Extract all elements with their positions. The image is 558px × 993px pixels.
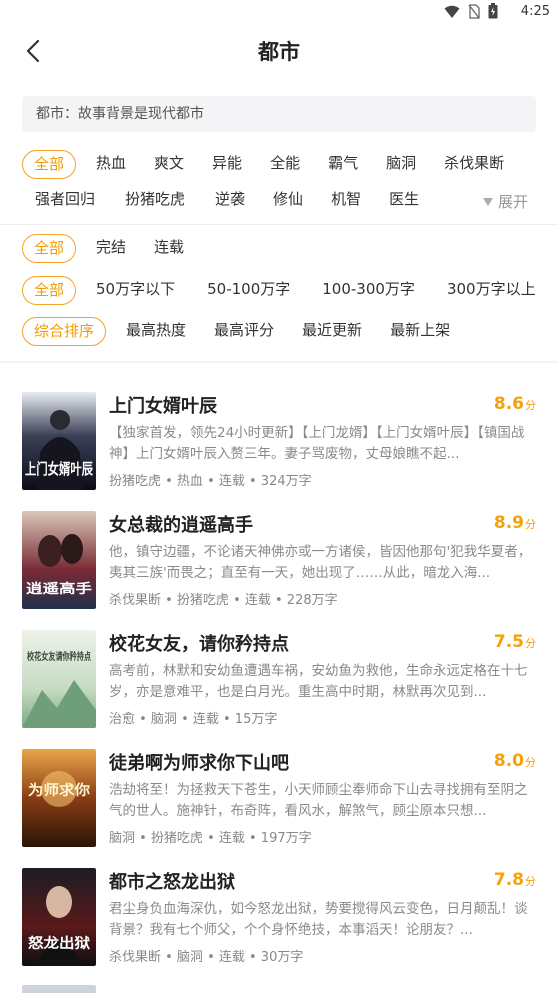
status-filter-all[interactable]: 全部 <box>22 234 77 263</box>
wifi-icon <box>444 4 460 23</box>
book-description: 【独家首发，领先24小时更新】【上门龙婿】【上门女婿叶辰】【镇国战神】上门女婿叶… <box>109 425 525 462</box>
book-title: 上门女婿叶辰 <box>109 396 217 417</box>
top-bar: 都市 <box>0 28 558 76</box>
book-cover: 逍遥高手 <box>22 511 96 609</box>
genre-tag[interactable]: 全能 <box>270 150 300 179</box>
status-filter-row: 全部 完结 连载 <box>22 234 206 263</box>
book-meta: 扮猪吃虎 • 热血 • 连载 • 324万字 <box>109 474 312 489</box>
genre-tag[interactable]: 霸气 <box>328 150 358 179</box>
book-item[interactable]: 逍遥高手 女总裁的逍遥高手 8.9分 他，镇守边疆，不论诸天神佛亦或一方诸侯，皆… <box>22 511 536 611</box>
book-item[interactable]: 校花女友请你矜持点 校花女友，请你矜持点 7.5分 高考前，林默和安幼鱼遭遇车祸… <box>22 630 536 730</box>
book-meta: 脑洞 • 扮猪吃虎 • 连载 • 197万字 <box>109 831 312 846</box>
genre-tag[interactable]: 杀伐果断 <box>444 150 504 179</box>
battery-icon <box>488 3 498 23</box>
book-item[interactable]: 为师求你 徒弟啊为师求你下山吧 8.0分 浩劫将至！为拯救天下苍生，小天师顾尘奉… <box>22 749 536 849</box>
length-filter-row: 全部 50万字以下 50-100万字 100-300万字 300万字以上 <box>22 276 536 305</box>
divider <box>0 224 558 225</box>
sort-filter[interactable]: 最近更新 <box>302 317 362 346</box>
book-description: 浩劫将至！为拯救天下苍生，小天师顾尘奉师命下山去寻找拥有至阴之气的世人。施神针，… <box>109 782 528 819</box>
status-filter[interactable]: 连载 <box>154 234 184 263</box>
genre-tag[interactable]: 爽文 <box>154 150 184 179</box>
book-score: 8.6分 <box>493 394 536 414</box>
status-time: 4:25 <box>520 4 550 19</box>
book-title: 都市之怒龙出狱 <box>109 872 235 893</box>
book-description: 他，镇守边疆，不论诸天神佛亦或一方诸侯，皆因他那句'犯我华夏者，夷其三族'而畏之… <box>109 544 532 581</box>
length-filter[interactable]: 50万字以下 <box>96 276 175 305</box>
genre-tag-all[interactable]: 全部 <box>22 150 77 179</box>
cover-title: 校花女友请你矜持点 <box>27 650 91 663</box>
cover-title: 逍遥高手 <box>26 581 92 597</box>
genre-tag[interactable]: 扮猪吃虎 <box>125 186 185 215</box>
expand-label: 展开 <box>497 193 528 211</box>
genre-tag[interactable]: 强者回归 <box>35 186 95 215</box>
book-meta: 治愈 • 脑洞 • 连载 • 15万字 <box>109 712 278 727</box>
sort-filter-row: 综合排序 最高热度 最高评分 最近更新 最新上架 <box>22 317 450 346</box>
genre-tags-row-1: 全部 热血 爽文 异能 全能 霸气 脑洞 杀伐果断 <box>22 150 504 179</box>
status-bar: 4:25 <box>0 0 558 24</box>
genre-tag[interactable]: 修仙 <box>273 186 303 215</box>
sort-filter[interactable]: 最高评分 <box>214 317 274 346</box>
book-cover-partial <box>22 985 96 993</box>
book-meta: 杀伐果断 • 扮猪吃虎 • 连载 • 228万字 <box>109 593 338 608</box>
book-item[interactable]: 怒龙出狱 都市之怒龙出狱 7.8分 君尘身负血海深仇，如今怒龙出狱，势要搅得风云… <box>22 868 536 968</box>
book-cover: 上门女婿叶辰 <box>22 392 96 490</box>
length-filter[interactable]: 50-100万字 <box>207 276 290 305</box>
genre-tag[interactable]: 机智 <box>331 186 361 215</box>
genre-tag[interactable]: 脑洞 <box>386 150 416 179</box>
page-title: 都市 <box>258 40 300 64</box>
genre-tag[interactable]: 医生 <box>389 186 419 215</box>
book-description: 君尘身负血海深仇，如今怒龙出狱，势要搅得风云变色，日月颠乱！谈背景？我有七个师父… <box>109 901 528 938</box>
triangle-down-icon <box>482 197 493 206</box>
book-title: 校花女友，请你矜持点 <box>109 634 289 655</box>
sort-filter-default[interactable]: 综合排序 <box>22 317 107 346</box>
length-filter[interactable]: 100-300万字 <box>322 276 415 305</box>
cover-title: 怒龙出狱 <box>28 935 90 952</box>
sort-filter[interactable]: 最高热度 <box>126 317 186 346</box>
genre-tags-row-2: 强者回归 扮猪吃虎 逆袭 修仙 机智 医生 <box>35 186 419 215</box>
book-cover: 为师求你 <box>22 749 96 847</box>
sort-filter[interactable]: 最新上架 <box>390 317 450 346</box>
length-filter[interactable]: 300万字以上 <box>447 276 536 305</box>
no-sim-icon <box>468 3 480 23</box>
book-title: 女总裁的逍遥高手 <box>109 515 253 536</box>
book-score: 8.9分 <box>493 513 536 533</box>
length-filter-all[interactable]: 全部 <box>22 276 77 305</box>
book-description: 高考前，林默和安幼鱼遭遇车祸，安幼鱼为救他，生命永远定格在十七岁，亦是意难平，也… <box>109 663 528 700</box>
expand-button[interactable]: 展开 <box>482 191 528 212</box>
book-title: 徒弟啊为师求你下山吧 <box>109 753 289 774</box>
book-score: 8.0分 <box>493 751 536 771</box>
book-cover: 怒龙出狱 <box>22 868 96 966</box>
divider <box>0 361 558 363</box>
cover-title: 为师求你 <box>28 782 90 799</box>
book-score: 7.8分 <box>493 870 536 890</box>
book-meta: 杀伐果断 • 脑洞 • 连载 • 30万字 <box>109 950 304 965</box>
genre-tag[interactable]: 异能 <box>212 150 242 179</box>
book-score: 7.5分 <box>493 632 536 652</box>
cover-title: 上门女婿叶辰 <box>25 460 94 478</box>
category-description: 都市：故事背景是现代都市 <box>22 96 536 132</box>
book-cover: 校花女友请你矜持点 <box>22 630 96 728</box>
book-item[interactable]: 上门女婿叶辰 上门女婿叶辰 8.6分 【独家首发，领先24小时更新】【上门龙婿】… <box>22 392 536 492</box>
status-filter[interactable]: 完结 <box>96 234 126 263</box>
genre-tag[interactable]: 热血 <box>96 150 126 179</box>
genre-tag[interactable]: 逆袭 <box>215 186 245 215</box>
